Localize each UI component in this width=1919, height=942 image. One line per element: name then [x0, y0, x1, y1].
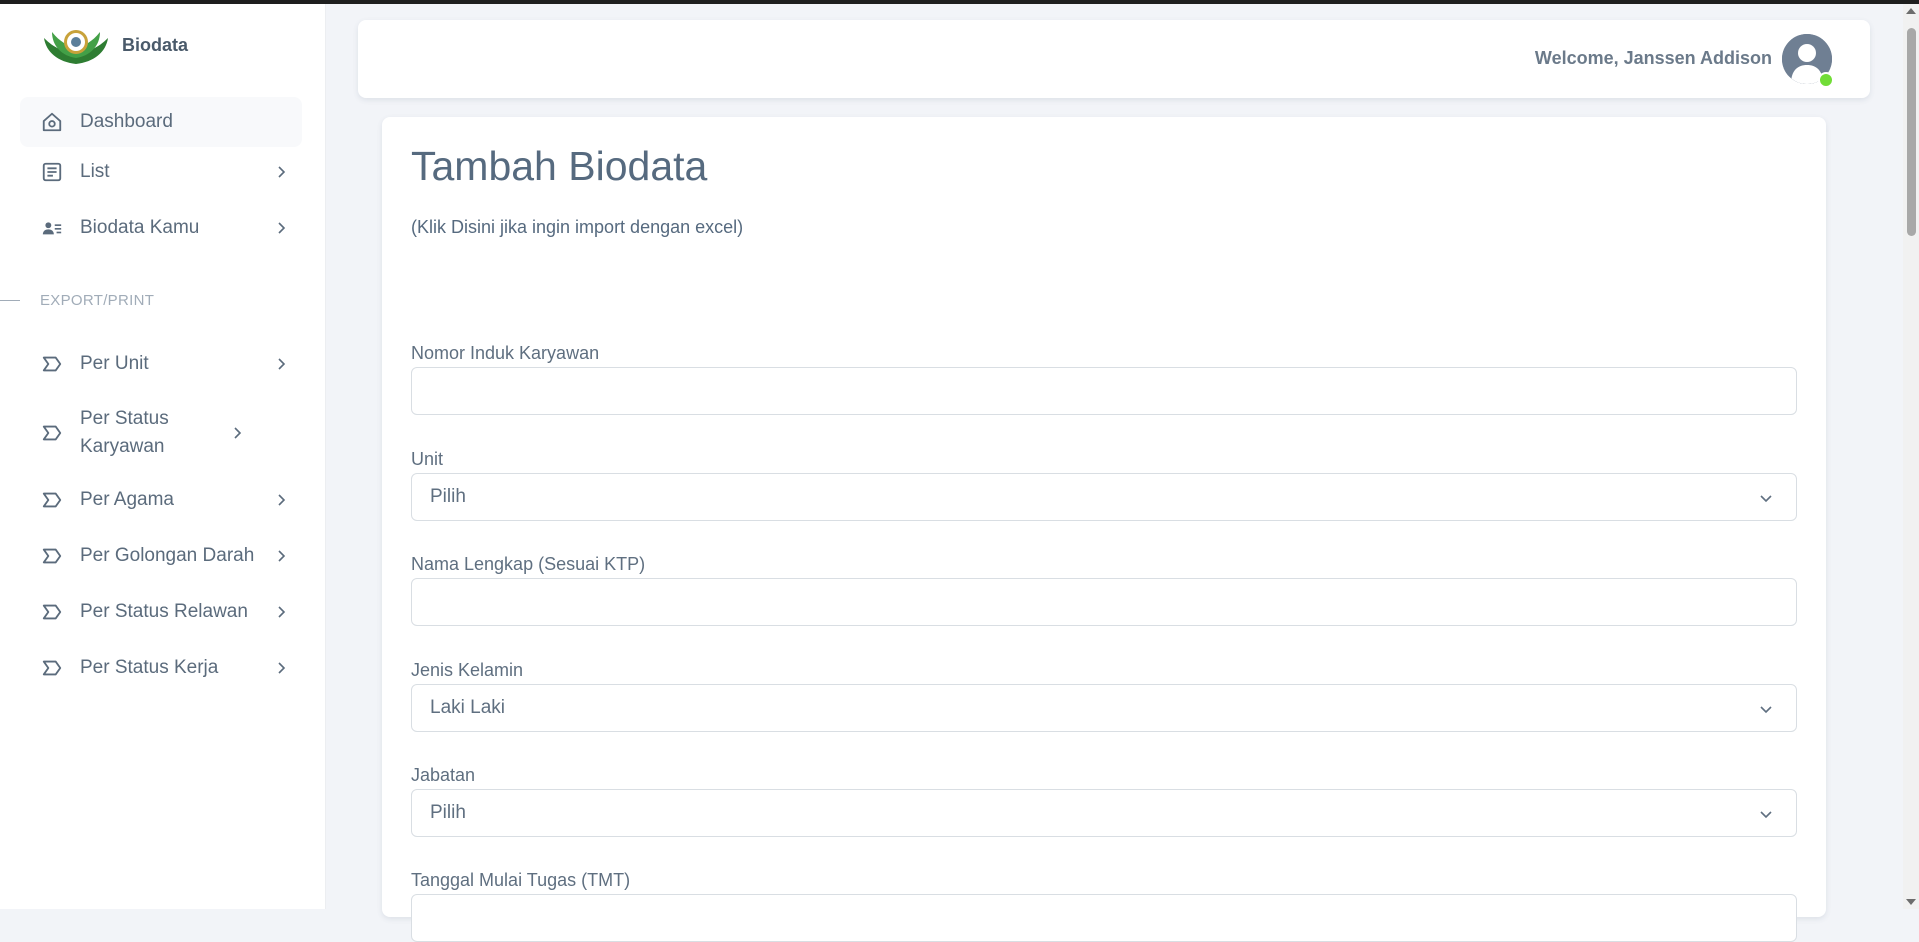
scrollbar-thumb[interactable] [1907, 28, 1916, 236]
chevron-right-icon [234, 427, 242, 439]
sidebar-item-label: Per Status Karyawan [80, 408, 169, 457]
chevron-right-icon [278, 606, 286, 618]
field-label-unit: Unit [411, 449, 444, 469]
sidebar-item-label: Biodata Kamu [80, 217, 200, 238]
sidebar-item-per-status-relawan[interactable]: Per Status Relawan [20, 592, 302, 632]
top-navbar: Welcome, Janssen Addison [358, 20, 1870, 98]
lotus-emblem-logo [44, 30, 108, 64]
sidebar-item-per-status-karyawan[interactable]: Per Status Karyawan [20, 402, 302, 464]
jenis-kelamin-select-value: Laki Laki [430, 697, 505, 718]
home-icon [40, 110, 64, 134]
import-excel-link[interactable]: (Klik Disini jika ingin import dengan ex… [411, 217, 743, 238]
user-detail-icon [40, 216, 64, 240]
sigma-icon [40, 544, 64, 568]
sidebar-item-label: Per Unit [80, 353, 149, 374]
brand[interactable]: Biodata [40, 22, 188, 68]
list-icon [40, 160, 64, 184]
chevron-right-icon [278, 358, 286, 370]
chevron-down-icon [1760, 706, 1772, 714]
page-scrollbar[interactable] [1903, 4, 1919, 909]
sidebar-item-label: Per Status Kerja [80, 657, 219, 678]
section-export-print: EXPORT/PRINT [0, 290, 154, 310]
section-divider [0, 299, 20, 301]
field-label-jenis-kelamin: Jenis Kelamin [411, 660, 524, 680]
chevron-right-icon [278, 550, 286, 562]
sidebar-item-label: Per Agama [80, 489, 174, 510]
sidebar-item-label: Per Status Relawan [80, 601, 248, 622]
chevron-right-icon [278, 494, 286, 506]
field-label-nomor-induk: Nomor Induk Karyawan [411, 343, 600, 363]
welcome-text: Welcome, Janssen Addison [1534, 48, 1772, 68]
sidebar-item-per-unit[interactable]: Per Unit [20, 344, 302, 384]
section-title: EXPORT/PRINT [40, 291, 155, 309]
sigma-icon [40, 352, 64, 376]
sidebar: Biodata Dashboard List Biodata Kamu EXPO… [0, 4, 326, 909]
sidebar-item-per-agama[interactable]: Per Agama [20, 480, 302, 520]
page-title: Tambah Biodata [411, 143, 708, 189]
jabatan-select-value: Pilih [430, 802, 466, 823]
unit-select[interactable]: Pilih [411, 473, 1797, 521]
sigma-icon [40, 600, 64, 624]
jenis-kelamin-select[interactable]: Laki Laki [411, 684, 1797, 732]
nomor-induk-input[interactable] [411, 367, 1797, 415]
form-card: Tambah Biodata (Klik Disini jika ingin i… [382, 117, 1826, 942]
sigma-icon [40, 488, 64, 512]
sigma-icon [40, 656, 64, 680]
sidebar-item-dashboard[interactable]: Dashboard [20, 97, 302, 147]
brand-name: Biodata [122, 34, 189, 55]
sidebar-item-list[interactable]: List [20, 152, 302, 192]
sidebar-item-per-golongan-darah[interactable]: Per Golongan Darah [20, 536, 302, 576]
sidebar-item-biodata-kamu[interactable]: Biodata Kamu [20, 208, 302, 248]
field-label-tanggal-mulai-tugas: Tanggal Mulai Tugas (TMT) [411, 870, 631, 890]
sidebar-item-label: List [80, 161, 110, 182]
sigma-icon [40, 421, 64, 445]
field-label-nama-lengkap: Nama Lengkap (Sesuai KTP) [411, 554, 646, 574]
jabatan-select[interactable]: Pilih [411, 789, 1797, 837]
unit-select-value: Pilih [430, 486, 466, 507]
sidebar-item-per-status-kerja[interactable]: Per Status Kerja [20, 648, 302, 688]
chevron-down-icon [1760, 811, 1772, 819]
online-status-indicator [1818, 72, 1834, 88]
scroll-up-arrow-icon[interactable] [1906, 8, 1916, 14]
chevron-right-icon [278, 662, 286, 674]
chevron-right-icon [278, 222, 286, 234]
chevron-right-icon [278, 166, 286, 178]
sidebar-item-label: Per Golongan Darah [80, 545, 255, 566]
field-label-jabatan: Jabatan [411, 765, 476, 785]
sidebar-item-label: Dashboard [80, 111, 173, 132]
nama-lengkap-input[interactable] [411, 578, 1797, 626]
tanggal-mulai-tugas-input[interactable] [411, 894, 1797, 942]
scroll-down-arrow-icon[interactable] [1906, 899, 1916, 905]
chevron-down-icon [1760, 495, 1772, 503]
